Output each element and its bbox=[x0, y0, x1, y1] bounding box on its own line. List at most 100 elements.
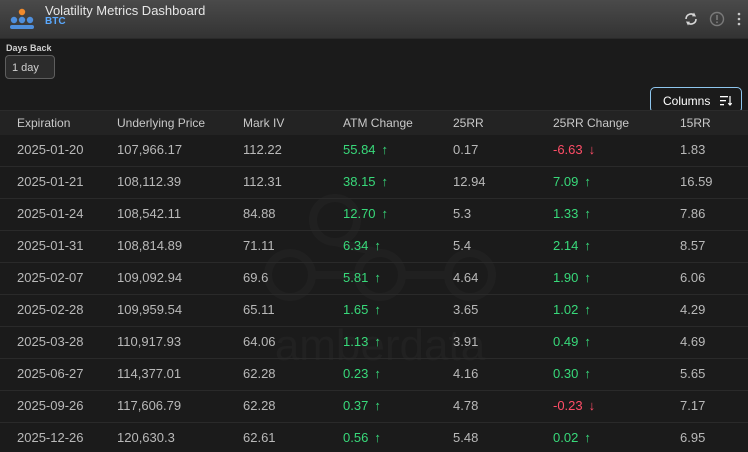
25rr-change-cell: 0.02 ↑ bbox=[553, 430, 591, 445]
expiration-cell: 2025-01-31 bbox=[17, 238, 84, 253]
arrow-up-icon: ↑ bbox=[584, 174, 591, 189]
arrow-down-icon: ↓ bbox=[588, 398, 596, 413]
table-row[interactable]: 2025-02-28 109,959.54 65.11 1.65 ↑ 3.65 1.02 ↑ 4… bbox=[0, 295, 748, 327]
column-header-expiration[interactable]: Expiration bbox=[17, 116, 70, 130]
arrow-up-icon: ↑ bbox=[374, 302, 381, 317]
25rr-change-value: 0.49 bbox=[553, 334, 579, 349]
25rr-change-cell: 7.09 ↑ bbox=[553, 174, 591, 189]
underlying-price-cell: 107,966.17 bbox=[117, 142, 183, 157]
amberdata-logo-icon bbox=[10, 8, 34, 29]
25rr-change-cell: 2.14 ↑ bbox=[553, 238, 591, 253]
25rr-change-value: 1.33 bbox=[553, 206, 579, 221]
arrow-up-icon: ↑ bbox=[374, 270, 381, 285]
arrow-up-icon: ↑ bbox=[584, 302, 591, 317]
25rr-cell: 4.64 bbox=[453, 270, 479, 285]
25rr-change-value: 1.90 bbox=[553, 270, 579, 285]
15rr-cell: 5.65 bbox=[680, 366, 706, 381]
info-icon[interactable] bbox=[709, 11, 725, 27]
arrow-up-icon: ↑ bbox=[381, 206, 389, 221]
arrow-up-icon: ↑ bbox=[584, 238, 591, 253]
volatility-table: Expiration Underlying Price Mark IV ATM … bbox=[0, 110, 748, 452]
column-header-25rr-change[interactable]: 25RR Change bbox=[553, 116, 629, 130]
column-header-atm-change[interactable]: ATM Change bbox=[343, 116, 413, 130]
mark-iv-cell: 62.28 bbox=[243, 398, 276, 413]
days-back-select[interactable]: 1 day bbox=[5, 55, 55, 79]
15rr-cell: 7.17 bbox=[680, 398, 706, 413]
table-row[interactable]: 2025-06-27 114,377.01 62.28 0.23 ↑ 4.16 0.30 ↑ 5… bbox=[0, 359, 748, 391]
15rr-cell: 8.57 bbox=[680, 238, 706, 253]
refresh-icon[interactable] bbox=[683, 11, 699, 27]
table-row[interactable]: 2025-01-21 108,112.39 112.31 38.15 ↑ 12.94 7.0… bbox=[0, 167, 748, 199]
table-row[interactable]: 2025-01-20 107,966.17 112.22 55.84 ↑ 0.17 -6.6… bbox=[0, 135, 748, 167]
table-body: 2025-01-20 107,966.17 112.22 55.84 ↑ 0.17 -6.6… bbox=[0, 135, 748, 452]
atm-change-value: 1.65 bbox=[343, 302, 369, 317]
table-row[interactable]: 2025-01-31 108,814.89 71.11 6.34 ↑ 5.4 2.14 ↑ 8.… bbox=[0, 231, 748, 263]
atm-change-cell: 5.81 ↑ bbox=[343, 270, 381, 285]
atm-change-cell: 0.56 ↑ bbox=[343, 430, 381, 445]
column-header-mark-iv[interactable]: Mark IV bbox=[243, 116, 284, 130]
more-vertical-icon[interactable] bbox=[734, 11, 744, 27]
arrow-up-icon: ↑ bbox=[584, 206, 591, 221]
arrow-up-icon: ↑ bbox=[584, 270, 591, 285]
25rr-change-value: 0.02 bbox=[553, 430, 579, 445]
15rr-cell: 1.83 bbox=[680, 142, 706, 157]
25rr-change-value: 2.14 bbox=[553, 238, 579, 253]
underlying-price-cell: 108,112.39 bbox=[117, 174, 182, 189]
expiration-cell: 2025-02-07 bbox=[17, 270, 84, 285]
25rr-cell: 5.3 bbox=[453, 206, 472, 221]
25rr-change-value: -0.23 bbox=[553, 398, 583, 413]
expiration-cell: 2025-12-26 bbox=[17, 430, 84, 445]
atm-change-cell: 12.70 ↑ bbox=[343, 206, 388, 221]
atm-change-value: 38.15 bbox=[343, 174, 376, 189]
table-row[interactable]: 2025-01-24 108,542.11 84.88 12.70 ↑ 5.3 1.33 ↑ 7… bbox=[0, 199, 748, 231]
expiration-cell: 2025-02-28 bbox=[17, 302, 84, 317]
25rr-cell: 0.17 bbox=[453, 142, 479, 157]
atm-change-value: 12.70 bbox=[343, 206, 376, 221]
atm-change-cell: 1.13 ↑ bbox=[343, 334, 381, 349]
atm-change-cell: 38.15 ↑ bbox=[343, 174, 388, 189]
mark-iv-cell: 71.11 bbox=[243, 238, 275, 253]
column-header-15rr[interactable]: 15RR bbox=[680, 116, 711, 130]
atm-change-cell: 0.23 ↑ bbox=[343, 366, 381, 381]
arrow-up-icon: ↑ bbox=[374, 366, 381, 381]
arrow-up-icon: ↑ bbox=[381, 174, 389, 189]
atm-change-cell: 0.37 ↑ bbox=[343, 398, 381, 413]
table-row[interactable]: 2025-09-26 117,606.79 62.28 0.37 ↑ 4.78 -0.23 ↓… bbox=[0, 391, 748, 423]
underlying-price-cell: 120,630.3 bbox=[117, 430, 175, 445]
arrow-up-icon: ↑ bbox=[374, 430, 381, 445]
25rr-cell: 3.91 bbox=[453, 334, 479, 349]
mark-iv-cell: 112.31 bbox=[243, 174, 282, 189]
expiration-cell: 2025-01-24 bbox=[17, 206, 84, 221]
table-row[interactable]: 2025-03-28 110,917.93 64.06 1.13 ↑ 3.91 0.49 ↑ 4… bbox=[0, 327, 748, 359]
25rr-change-cell: -6.63 ↓ bbox=[553, 142, 595, 157]
25rr-change-value: 0.30 bbox=[553, 366, 579, 381]
column-header-25rr[interactable]: 25RR bbox=[453, 116, 484, 130]
arrow-down-icon: ↓ bbox=[588, 142, 596, 157]
25rr-change-value: 1.02 bbox=[553, 302, 579, 317]
25rr-change-cell: 1.33 ↑ bbox=[553, 206, 591, 221]
mark-iv-cell: 62.61 bbox=[243, 430, 276, 445]
expiration-cell: 2025-06-27 bbox=[17, 366, 84, 381]
table-row[interactable]: 2025-12-26 120,630.3 62.61 0.56 ↑ 5.48 0.02 ↑ 6.… bbox=[0, 423, 748, 452]
table-row[interactable]: 2025-02-07 109,092.94 69.6 5.81 ↑ 4.64 1.90 ↑ 6.… bbox=[0, 263, 748, 295]
mark-iv-cell: 65.11 bbox=[243, 302, 275, 317]
25rr-cell: 5.4 bbox=[453, 238, 472, 253]
25rr-cell: 4.16 bbox=[453, 366, 479, 381]
15rr-cell: 6.06 bbox=[680, 270, 706, 285]
column-header-underlying-price[interactable]: Underlying Price bbox=[117, 116, 205, 130]
atm-change-value: 0.37 bbox=[343, 398, 369, 413]
underlying-price-cell: 109,959.54 bbox=[117, 302, 183, 317]
15rr-cell: 16.59 bbox=[680, 174, 713, 189]
atm-change-value: 0.56 bbox=[343, 430, 369, 445]
25rr-cell: 12.94 bbox=[453, 174, 486, 189]
arrow-up-icon: ↑ bbox=[374, 334, 381, 349]
15rr-cell: 7.86 bbox=[680, 206, 706, 221]
mark-iv-cell: 64.06 bbox=[243, 334, 276, 349]
underlying-price-cell: 117,606.79 bbox=[117, 398, 182, 413]
arrow-up-icon: ↑ bbox=[374, 398, 381, 413]
mark-iv-cell: 84.88 bbox=[243, 206, 276, 221]
25rr-change-value: -6.63 bbox=[553, 142, 583, 157]
25rr-change-cell: -0.23 ↓ bbox=[553, 398, 595, 413]
25rr-cell: 3.65 bbox=[453, 302, 479, 317]
atm-change-value: 1.13 bbox=[343, 334, 369, 349]
